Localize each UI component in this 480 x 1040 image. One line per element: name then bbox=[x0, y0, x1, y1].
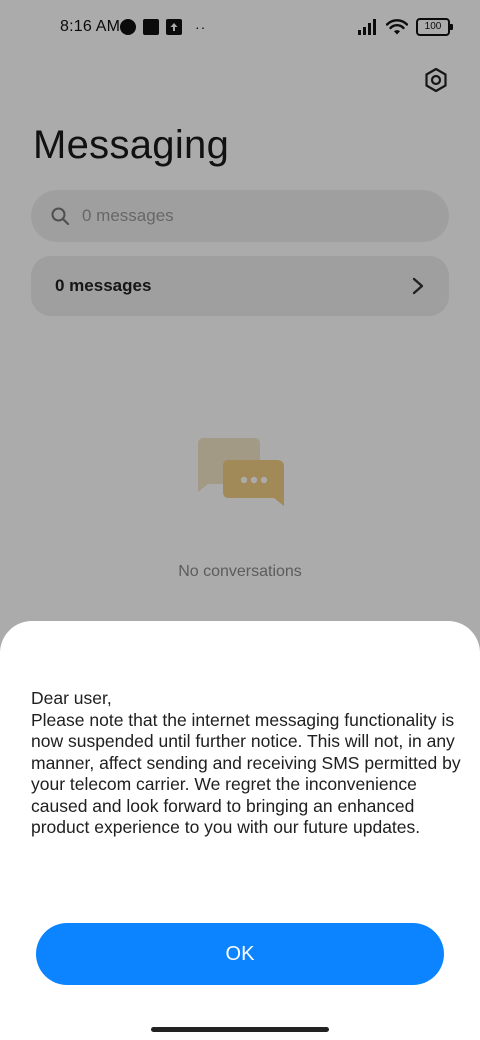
notice-dialog: Dear user, Please note that the internet… bbox=[0, 621, 480, 1040]
dialog-message: Dear user, Please note that the internet… bbox=[31, 688, 461, 837]
screen: 8:16 AM ·· 100 Messaging 0 messages 0 me… bbox=[0, 0, 480, 1040]
ok-button[interactable]: OK bbox=[36, 923, 444, 985]
home-indicator[interactable] bbox=[151, 1027, 329, 1032]
